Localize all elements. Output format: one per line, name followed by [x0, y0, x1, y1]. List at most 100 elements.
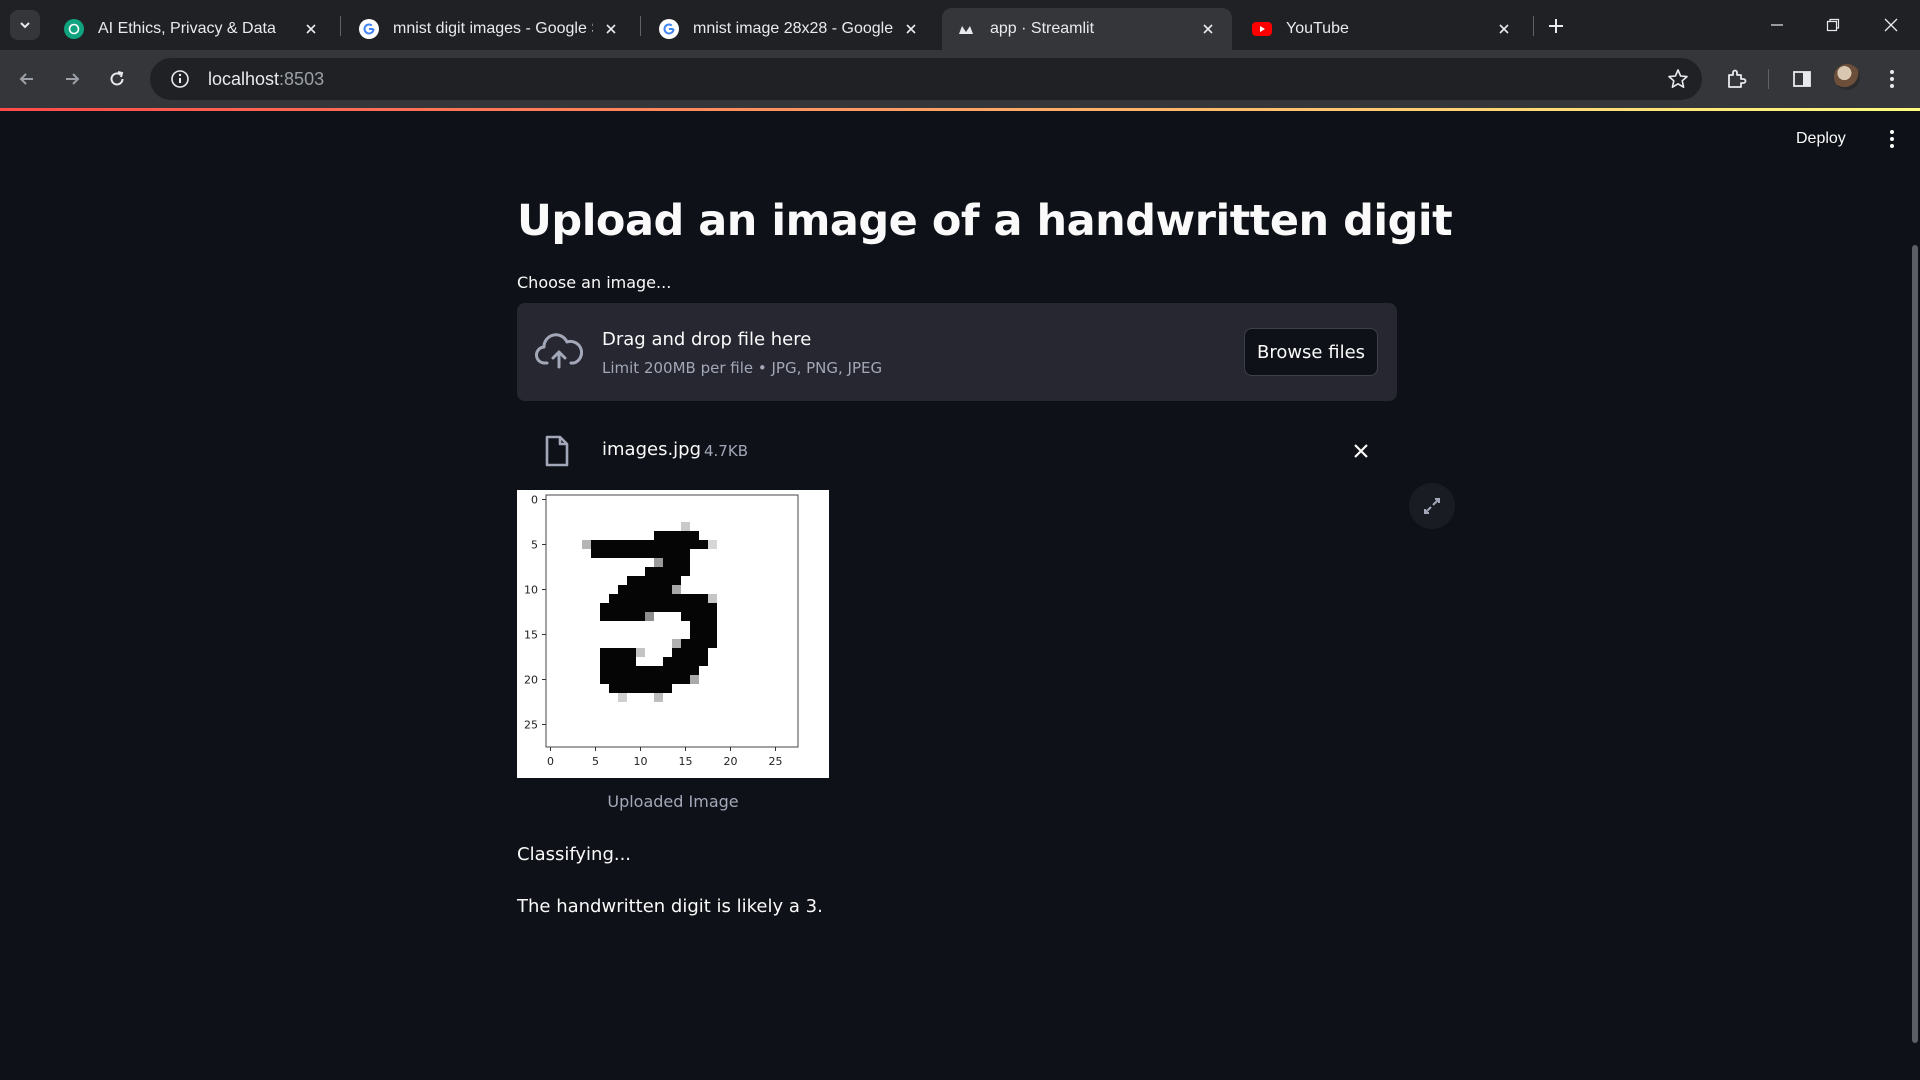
- digit-pixel: [708, 594, 717, 603]
- browser-menu-icon[interactable]: [1878, 65, 1906, 93]
- digit-pixel-run: [609, 684, 672, 693]
- browser-toolbar: localhost:8503: [0, 50, 1920, 108]
- close-tab-icon[interactable]: [1198, 19, 1218, 39]
- forward-button[interactable]: [56, 63, 88, 95]
- browser-tab[interactable]: mnist digit images - Google Se: [345, 8, 635, 50]
- y-tick-label: 20: [524, 674, 538, 687]
- profile-avatar[interactable]: [1834, 64, 1860, 90]
- url-host: localhost: [208, 68, 280, 89]
- digit-pixel-run: [600, 603, 717, 612]
- chatgpt-icon: [64, 19, 84, 39]
- close-tab-icon[interactable]: [901, 19, 921, 39]
- digit-pixel: [708, 540, 717, 549]
- tab-separator: [340, 16, 341, 36]
- close-tab-icon[interactable]: [1494, 19, 1514, 39]
- scrollbar[interactable]: [1912, 245, 1918, 1043]
- digit-pixel: [582, 540, 591, 549]
- tab-title: mnist digit images - Google Se: [393, 20, 593, 37]
- digit-pixel-run: [591, 540, 708, 549]
- browser-tab[interactable]: AI Ethics, Privacy & Data: [50, 8, 335, 50]
- browse-files-button[interactable]: Browse files: [1244, 328, 1378, 376]
- digit-pixel: [618, 693, 627, 702]
- cloud-upload-icon: [535, 333, 583, 369]
- digit-pixel: [681, 522, 690, 531]
- deploy-button[interactable]: Deploy: [1796, 126, 1846, 152]
- digit-pixel-run: [681, 639, 717, 648]
- toolbar-separator: [1768, 69, 1769, 89]
- address-bar[interactable]: localhost:8503: [150, 58, 1702, 100]
- google-icon: [359, 19, 379, 39]
- digit-pixel-run: [645, 567, 690, 576]
- y-tick-label: 5: [531, 539, 538, 552]
- digit-pixel-run: [600, 657, 636, 666]
- bookmark-star-icon[interactable]: [1666, 67, 1690, 91]
- status-text: Classifying...: [517, 844, 632, 865]
- digit-pixel-run: [690, 621, 717, 630]
- url-port: :8503: [279, 68, 325, 89]
- chevron-down-icon: [20, 22, 30, 29]
- y-tick-label: 15: [524, 629, 538, 642]
- back-button[interactable]: [11, 63, 43, 95]
- x-tick-label: 20: [724, 755, 738, 768]
- x-tick-label: 25: [769, 755, 783, 768]
- digit-pixel: [636, 648, 645, 657]
- x-tick-label: 0: [547, 755, 554, 768]
- file-size: 4.7KB: [704, 442, 748, 460]
- close-tab-icon[interactable]: [301, 19, 321, 39]
- x-tick-label: 5: [592, 755, 599, 768]
- digit-pixel: [654, 558, 663, 567]
- digit-pixel: [690, 675, 699, 684]
- streamlit-icon: [956, 19, 976, 39]
- arrow-right-icon: [66, 73, 80, 85]
- digit-pixel-run: [591, 549, 690, 558]
- tab-search-button[interactable]: [10, 10, 40, 40]
- close-icon: [1884, 18, 1898, 32]
- file-dropzone[interactable]: Drag and drop file here Limit 200MB per …: [517, 303, 1397, 401]
- close-window-button[interactable]: [1871, 10, 1911, 40]
- streamlit-decoration-bar: [0, 108, 1920, 111]
- digit-pixel-run: [654, 531, 699, 540]
- browser-tab[interactable]: YouTube: [1238, 8, 1528, 50]
- minimize-icon: [1771, 24, 1783, 26]
- digit-pixel-run: [609, 594, 708, 603]
- digit-pixel-run: [663, 558, 690, 567]
- tab-separator: [1533, 16, 1534, 36]
- main-menu-icon[interactable]: [1880, 126, 1904, 152]
- digit-pixel-run: [600, 612, 645, 621]
- page-title: Upload an image of a handwritten digit: [517, 196, 1453, 246]
- digit-pixel: [654, 693, 663, 702]
- url-text: localhost:8503: [208, 69, 324, 90]
- y-tick-label: 10: [524, 584, 538, 597]
- fullscreen-button[interactable]: [1409, 483, 1455, 529]
- restore-button[interactable]: [1813, 10, 1853, 40]
- digit-pixel-run: [690, 630, 717, 639]
- extensions-icon[interactable]: [1722, 65, 1750, 93]
- browser-tab[interactable]: mnist image 28x28 - Google Se: [645, 8, 935, 50]
- arrow-left-icon: [19, 73, 33, 85]
- digit-pixel-run: [627, 576, 681, 585]
- uploaded-file-row: images.jpg 4.7KB: [517, 421, 1397, 481]
- digit-pixel-run: [618, 585, 672, 594]
- tab-title: app · Streamlit: [990, 20, 1095, 37]
- digit-plot: 0 5 10 15 20 25 0 5 10 15 20 25: [524, 494, 799, 768]
- remove-file-icon[interactable]: [1350, 440, 1372, 462]
- reload-button[interactable]: [101, 63, 133, 95]
- minimize-button[interactable]: [1757, 10, 1797, 40]
- digit-pixel: [672, 639, 681, 648]
- side-panel-icon[interactable]: [1788, 65, 1816, 93]
- file-icon: [545, 435, 569, 467]
- uploader-label: Choose an image...: [517, 273, 672, 292]
- file-name: images.jpg: [602, 439, 702, 460]
- image-caption: Uploaded Image: [607, 792, 739, 811]
- close-tab-icon[interactable]: [601, 19, 621, 39]
- new-tab-button[interactable]: [1542, 12, 1570, 40]
- browser-tab-active[interactable]: app · Streamlit: [942, 8, 1232, 50]
- site-info-icon[interactable]: [160, 69, 200, 89]
- google-icon: [659, 19, 679, 39]
- digit-pixel: [672, 585, 681, 594]
- dropzone-title: Drag and drop file here: [602, 329, 812, 350]
- plus-icon: [1549, 19, 1563, 33]
- digit-pixel: [645, 612, 654, 621]
- browser-tabstrip: AI Ethics, Privacy & Data mnist digit im…: [0, 0, 1920, 50]
- digit-pixel-run: [663, 657, 708, 666]
